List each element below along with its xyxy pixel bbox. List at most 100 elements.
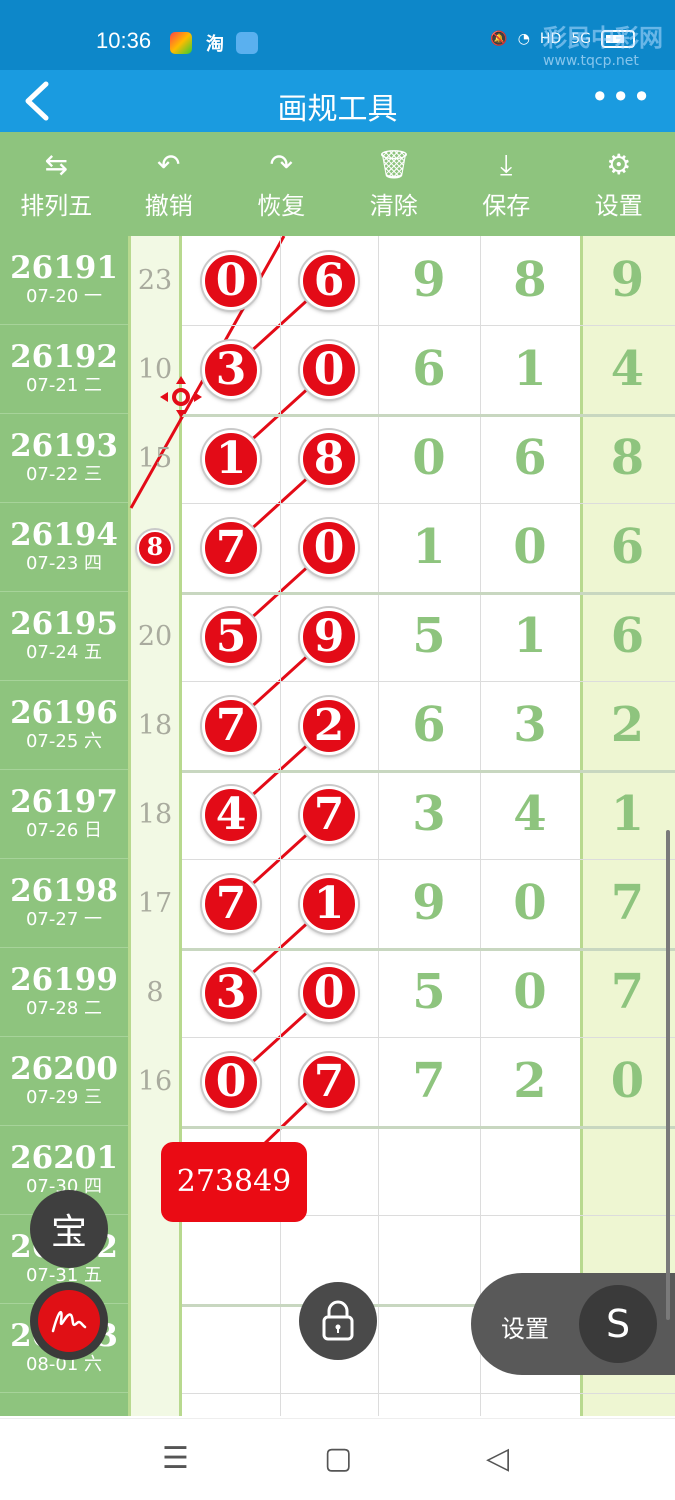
toolbar-settings-button[interactable]: ⚙ 设置 <box>563 132 675 236</box>
digit-ball[interactable]: 3 <box>202 340 260 399</box>
back-triangle-icon[interactable]: ◁ <box>486 1441 509 1476</box>
digit-ball[interactable]: 1 <box>300 874 358 933</box>
settings-pill[interactable]: 设置 S <box>471 1273 675 1375</box>
digit-ball[interactable]: 5 <box>202 607 260 666</box>
period-number: 26196 <box>10 695 118 731</box>
digit-ball[interactable]: 8 <box>300 429 358 488</box>
prediction-badge[interactable]: 273849 <box>161 1142 307 1222</box>
digit-cell[interactable]: 6 <box>378 325 480 414</box>
skip-value: 20 <box>137 621 173 652</box>
period-date: 07-25 六 <box>25 731 103 752</box>
digit-cell[interactable]: 1 <box>378 503 480 592</box>
skip-value: 18 <box>137 710 173 741</box>
digit-ball[interactable]: 4 <box>202 785 260 844</box>
page-title: 画规工具 <box>277 92 398 127</box>
digit-cell[interactable]: 9 <box>580 236 675 325</box>
digit-ball[interactable]: 0 <box>300 963 358 1022</box>
digit-cell[interactable]: 4 <box>580 325 675 414</box>
digit-cell[interactable]: 8 <box>580 414 675 503</box>
digit-cell[interactable]: 1 <box>480 325 580 414</box>
digit-cell[interactable]: 1 <box>580 770 675 859</box>
toolbar-save-button[interactable]: ⤓ 保存 <box>450 132 563 236</box>
digit-cell[interactable]: 5 <box>378 592 480 681</box>
period-number: 26192 <box>10 339 118 375</box>
period-number: 26193 <box>10 428 118 464</box>
digit-cell[interactable]: 0 <box>480 859 580 948</box>
digit-cell[interactable]: 8 <box>480 236 580 325</box>
toolbar-label: 清除 <box>369 191 418 220</box>
scrollbar[interactable] <box>666 830 670 1320</box>
digit-ball[interactable]: 7 <box>202 874 260 933</box>
digit-cell[interactable]: 0 <box>480 948 580 1037</box>
more-dots-icon[interactable]: ••• <box>590 78 653 116</box>
digit-ball[interactable]: 0 <box>300 340 358 399</box>
period-cell: 26193 07-22 三 <box>0 414 128 503</box>
digit-ball[interactable]: 3 <box>202 963 260 1022</box>
digit-cell[interactable]: 7 <box>378 1037 480 1126</box>
digit-cell[interactable]: 7 <box>580 859 675 948</box>
lock-button[interactable] <box>299 1282 377 1360</box>
period-cell: 26194 07-23 四 <box>0 503 128 592</box>
gear-icon: ⚙ <box>606 147 632 181</box>
digit-cell[interactable]: 0 <box>378 414 480 503</box>
digit-cell[interactable]: 5 <box>378 948 480 1037</box>
digit-ball[interactable]: 0 <box>202 1052 260 1111</box>
period-date: 07-29 三 <box>25 1087 103 1108</box>
toolbar-redo-button[interactable]: ↷ 恢复 <box>225 132 338 236</box>
digit-cell[interactable]: 3 <box>480 681 580 770</box>
toolbar-undo-button[interactable]: ↶ 撤销 <box>113 132 226 236</box>
skip-value <box>128 1304 182 1393</box>
skip-marker-ball[interactable]: 8 <box>137 529 173 566</box>
toolbar-lottery-type-button[interactable]: ⇆ 排列五 <box>0 132 113 236</box>
pen-button[interactable] <box>30 1282 108 1360</box>
mute-icon: 🔕 <box>490 31 508 47</box>
watermark-title: 彩民中彩网 <box>543 24 663 52</box>
toolbar-label: 设置 <box>594 191 643 220</box>
digit-ball[interactable]: 7 <box>202 518 260 577</box>
digit-cell[interactable]: 6 <box>480 414 580 503</box>
digit-cell[interactable]: 6 <box>378 681 480 770</box>
period-number: 26194 <box>10 517 118 553</box>
digit-ball[interactable]: 2 <box>300 696 358 755</box>
digit-ball[interactable]: 7 <box>202 696 260 755</box>
digit-ball[interactable]: 1 <box>202 429 260 488</box>
skip-value <box>128 1215 182 1304</box>
digit-cell[interactable]: 9 <box>378 236 480 325</box>
move-handle-icon[interactable] <box>158 374 204 420</box>
digit-cell[interactable]: 0 <box>480 503 580 592</box>
treasure-button[interactable]: 宝 <box>30 1190 108 1268</box>
s-button[interactable]: S <box>579 1285 657 1363</box>
status-bar: 10:36 淘 🔕 ◔ HD 5G 彩民中彩网 www.tqcp.net <box>0 0 675 70</box>
digit-cell[interactable]: 6 <box>580 592 675 681</box>
digit-cell[interactable]: 0 <box>580 1037 675 1126</box>
undo-icon: ↶ <box>157 147 181 181</box>
period-cell: 26200 07-29 三 <box>0 1037 128 1126</box>
period-number: 26201 <box>10 1140 118 1176</box>
digit-cell[interactable]: 1 <box>480 592 580 681</box>
digit-cell[interactable]: 7 <box>580 948 675 1037</box>
digit-cell[interactable]: 2 <box>480 1037 580 1126</box>
menu-icon[interactable]: ☰ <box>162 1441 189 1476</box>
period-date: 07-21 二 <box>25 375 103 396</box>
digit-cell[interactable]: 6 <box>580 503 675 592</box>
digit-ball[interactable]: 7 <box>300 1052 358 1111</box>
watermark: 彩民中彩网 www.tqcp.net <box>543 18 663 69</box>
digit-ball[interactable]: 0 <box>202 251 260 310</box>
period-number: 26200 <box>10 1051 118 1087</box>
period-number: 26195 <box>10 606 118 642</box>
digit-ball[interactable]: 6 <box>300 251 358 310</box>
skip-value: 15 <box>137 443 173 474</box>
digit-ball[interactable]: 0 <box>300 518 358 577</box>
period-number: 26191 <box>10 250 118 286</box>
digit-cell[interactable]: 3 <box>378 770 480 859</box>
settings-pill-label: 设置 <box>501 1315 549 1343</box>
toolbar-label: 恢复 <box>257 191 306 220</box>
digit-ball[interactable]: 9 <box>300 607 358 666</box>
home-square-icon[interactable]: ▢ <box>324 1441 352 1476</box>
digit-cell[interactable]: 2 <box>580 681 675 770</box>
digit-ball[interactable]: 7 <box>300 785 358 844</box>
toolbar-clear-button[interactable]: 🗑 清除 <box>338 132 451 236</box>
digit-cell[interactable]: 4 <box>480 770 580 859</box>
digit-cell[interactable]: 9 <box>378 859 480 948</box>
period-cell: 26196 07-25 六 <box>0 681 128 770</box>
